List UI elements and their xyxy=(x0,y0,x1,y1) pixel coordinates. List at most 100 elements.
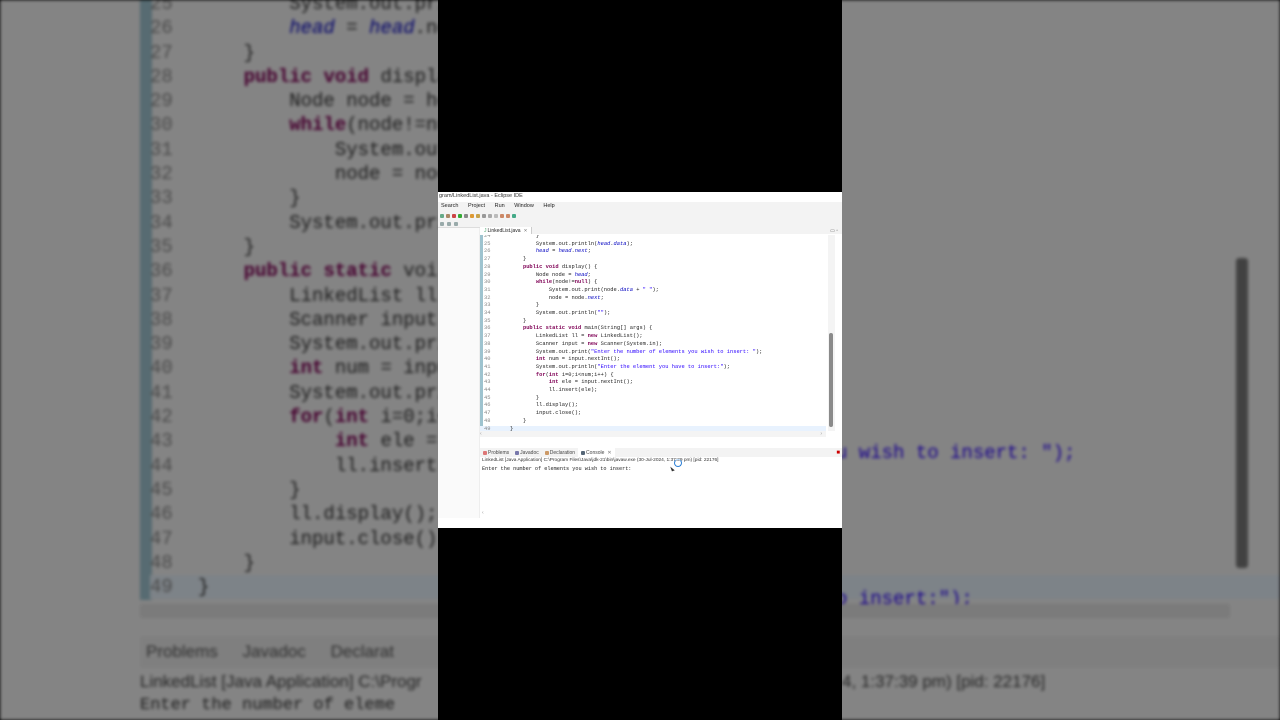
editor-tab-linkedlist[interactable]: J LinkedList.java ✕ xyxy=(480,227,533,234)
code-line[interactable]: 40 int num = input.nextInt(); xyxy=(480,356,826,364)
bg-line-number: 43 xyxy=(150,430,173,453)
code-line[interactable]: 47 input.close(); xyxy=(480,410,826,418)
scroll-right-icon[interactable]: › xyxy=(820,431,822,437)
code-text: } xyxy=(510,256,527,263)
editor-window-controls[interactable]: ▭ ▫ xyxy=(830,228,842,234)
code-line[interactable]: 26 head = head.next; xyxy=(480,248,826,256)
tab-console[interactable]: Console ✕ xyxy=(578,448,615,457)
code-line[interactable]: 28 public void display() { xyxy=(480,264,826,272)
code-line[interactable]: 39 System.out.print("Enter the number of… xyxy=(480,349,826,357)
bg-line-number: 39 xyxy=(150,333,173,356)
javadoc-icon xyxy=(515,450,520,455)
tab-declaration[interactable]: Declaration xyxy=(542,448,578,457)
bg-line-number: 30 xyxy=(150,114,173,137)
code-line[interactable]: 38 Scanner input = new Scanner(System.in… xyxy=(480,341,826,349)
code-line[interactable]: 44 ll.insert(ele); xyxy=(480,387,826,395)
menu-search[interactable]: Search xyxy=(441,203,458,209)
code-line[interactable]: 32 node = node.next; xyxy=(480,295,826,303)
code-line[interactable]: 35 } xyxy=(480,318,826,326)
external-tools-icon[interactable] xyxy=(464,213,468,218)
code-line[interactable]: 36 public static void main(String[] args… xyxy=(480,325,826,333)
tab-javadoc[interactable]: Javadoc xyxy=(512,448,542,457)
tab-label: Declaration xyxy=(549,449,576,456)
tab-problems[interactable]: Problems xyxy=(480,448,512,457)
bg-line-number: 48 xyxy=(150,551,173,574)
bottom-panel: Problems Javadoc Declaration Console ✕ ■… xyxy=(480,448,842,518)
menu-help[interactable]: Help xyxy=(543,203,554,209)
menu-run[interactable]: Run xyxy=(495,203,505,209)
save-icon[interactable] xyxy=(446,213,450,218)
menu-project[interactable]: Project xyxy=(468,203,485,209)
code-area[interactable]: 24 } 25 System.out.println(head.data); 26 … xyxy=(480,235,826,431)
scroll-thumb[interactable] xyxy=(829,333,833,427)
forward-icon[interactable] xyxy=(506,213,510,218)
code-line[interactable]: 46 ll.display(); xyxy=(480,402,826,410)
line-number: 25 xyxy=(484,240,491,247)
code-text: int ele = input.nextInt(); xyxy=(548,379,633,386)
bg-code-text: Scanner input xyxy=(198,308,438,331)
bg-line-number: 27 xyxy=(150,41,173,64)
code-line[interactable]: 48 } xyxy=(480,418,826,426)
console-icon xyxy=(581,450,586,455)
scroll-left-icon[interactable]: ‹ xyxy=(480,431,482,437)
bg-line-number: 25 xyxy=(150,0,173,15)
code-line[interactable]: 33 } xyxy=(480,302,826,310)
terminate-icon[interactable]: ■ xyxy=(836,450,842,456)
code-text: System.out.println(""); xyxy=(510,310,611,316)
code-text: node = node.next; xyxy=(510,294,604,301)
line-number: 44 xyxy=(484,387,491,393)
busy-spinner-icon xyxy=(674,459,682,467)
code-line[interactable]: 42 for(int i=0;i<num;i++) { xyxy=(480,372,826,380)
code-line[interactable]: 30 while(node!=null) { xyxy=(480,279,826,287)
code-line[interactable]: 43 int ele = input.nextInt(); xyxy=(480,379,826,387)
code-text: ll.display(); xyxy=(510,402,578,409)
link-icon[interactable] xyxy=(447,221,451,226)
editor-horizontal-scrollbar[interactable]: ‹ › xyxy=(480,431,826,437)
debug-icon[interactable] xyxy=(452,213,456,218)
editor-tab-label: LinkedList.java xyxy=(487,227,521,234)
bg-line-number: 36 xyxy=(150,260,173,283)
code-text: LinkedList ll = new LinkedList(); xyxy=(510,333,643,340)
bg-code-text: public static voi xyxy=(243,260,438,283)
line-number: 47 xyxy=(484,410,491,417)
bg-line-number: 45 xyxy=(150,478,173,501)
code-line[interactable]: 41 System.out.println("Enter the element… xyxy=(480,364,826,372)
editor-vertical-scrollbar[interactable] xyxy=(828,235,835,431)
code-line[interactable]: 31 System.out.print(node.data + " "); xyxy=(480,287,826,295)
run-icon[interactable] xyxy=(458,213,462,218)
open-type-icon[interactable] xyxy=(476,213,480,218)
code-line[interactable]: 45 } xyxy=(480,395,826,403)
menu-window[interactable]: Window xyxy=(514,203,534,209)
code-line[interactable]: 37 LinkedList ll = new LinkedList(); xyxy=(480,333,826,341)
new-class-icon[interactable] xyxy=(470,213,474,218)
code-line[interactable]: 29 Node node = head; xyxy=(480,272,826,280)
collapse-icon[interactable] xyxy=(440,221,444,226)
console-output[interactable]: Enter the number of elements you wish to… xyxy=(480,465,842,473)
code-line[interactable]: 34 System.out.println(""); xyxy=(480,310,826,318)
bg-tab: Javadoc xyxy=(242,642,306,661)
close-icon[interactable]: ✕ xyxy=(524,228,528,234)
bg-line-number: 28 xyxy=(150,65,173,88)
bg-line-number: 31 xyxy=(150,138,173,161)
bg-code-text: while(node!=nu xyxy=(289,114,449,137)
search-icon[interactable] xyxy=(482,213,486,218)
code-line[interactable]: 27 } xyxy=(480,256,826,264)
view-menu-icon[interactable] xyxy=(454,221,458,226)
close-icon[interactable]: ✕ xyxy=(607,450,611,456)
problems-icon xyxy=(483,450,487,455)
perspective-icon[interactable] xyxy=(512,213,516,218)
code-editor[interactable]: J LinkedList.java ✕ ▭ ▫ 24 } 25 System.ou… xyxy=(480,227,842,445)
code-line[interactable]: 25 System.out.println(head.data); xyxy=(480,241,826,249)
line-number: 38 xyxy=(484,340,491,347)
line-number: 28 xyxy=(484,263,491,270)
annotation-icon[interactable] xyxy=(488,213,492,218)
next-annotation-icon[interactable] xyxy=(494,213,498,218)
line-number: 41 xyxy=(484,363,491,370)
new-icon[interactable] xyxy=(440,213,444,218)
bg-fragment-1: u wish to insert: "); xyxy=(836,442,1076,465)
back-icon[interactable] xyxy=(500,213,504,218)
code-text: System.out.println("Enter the element yo… xyxy=(510,363,730,370)
console-horizontal-scrollbar[interactable]: ‹ xyxy=(480,510,842,516)
bg-code-text: LinkedList ll xyxy=(198,284,438,307)
code-text: int num = input.nextInt(); xyxy=(535,356,621,363)
